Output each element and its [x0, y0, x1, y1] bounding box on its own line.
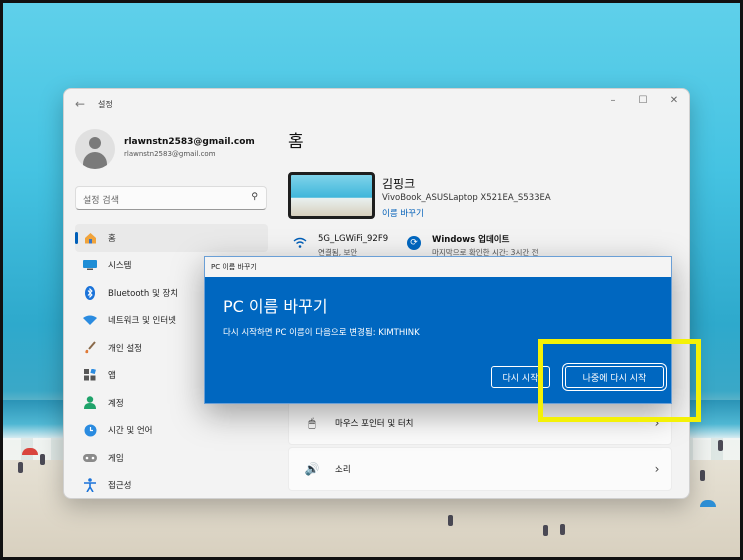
search-input[interactable]: 설정 검색 ⚲: [75, 186, 267, 210]
brush-icon: [82, 340, 98, 356]
sidebar-item-label: 네트워크 및 인터넷: [108, 316, 176, 327]
row-label: 소리: [335, 465, 351, 475]
search-placeholder: 설정 검색: [83, 196, 119, 206]
beach-umbrella: [22, 448, 38, 455]
beach-person: [560, 524, 565, 535]
avatar-body: [83, 152, 107, 169]
beach-person: [700, 470, 705, 481]
beach-person: [18, 462, 23, 473]
system-icon: [82, 257, 98, 273]
globe-icon: [82, 422, 98, 438]
page-title: 홈: [288, 132, 304, 152]
beach-person: [448, 515, 453, 526]
wifi-icon: [293, 237, 307, 251]
windows-update-title[interactable]: Windows 업데이트: [432, 233, 509, 245]
mouse-icon: 🖱: [308, 415, 316, 430]
dialog-heading: PC 이름 바꾸기: [223, 297, 328, 316]
sidebar-item-home[interactable]: 홈: [75, 224, 268, 252]
update-icon: ⟳: [407, 236, 421, 250]
dialog-bar-title: PC 이름 바꾸기: [211, 263, 257, 271]
network-icon: [82, 312, 98, 328]
rename-link[interactable]: 이름 바꾸기: [382, 207, 424, 219]
home-icon: [82, 230, 98, 246]
sidebar-item-label: 접근성: [108, 481, 132, 492]
beach-person: [718, 440, 723, 451]
highlight-annotation: [538, 339, 701, 422]
avatar[interactable]: [75, 129, 115, 169]
account-icon: [82, 395, 98, 411]
sidebar-item-label: 홈: [108, 233, 116, 244]
sidebar-item-label: 시스템: [108, 261, 132, 272]
beach-person: [543, 525, 548, 536]
gamepad-icon: [82, 450, 98, 466]
sidebar-item-label: 앱: [108, 371, 116, 382]
close-button[interactable]: ✕: [662, 93, 686, 109]
sidebar-item-label: 시간 및 언어: [108, 426, 153, 437]
bluetooth-icon: [82, 285, 98, 301]
sidebar-item-time-language[interactable]: 시간 및 언어: [75, 417, 268, 445]
chevron-right-icon: ›: [654, 462, 660, 476]
beach-umbrella: [700, 500, 716, 507]
sidebar-item-label: 계정: [108, 398, 124, 409]
maximize-button[interactable]: ☐: [631, 93, 655, 109]
search-icon: ⚲: [251, 192, 258, 202]
apps-icon: [82, 367, 98, 383]
minimize-button[interactable]: –: [601, 93, 625, 109]
window-title: 설정: [98, 100, 113, 109]
sidebar-item-accessibility[interactable]: 접근성: [75, 472, 268, 499]
setting-row-sound[interactable]: 🔊 소리 ›: [288, 447, 672, 491]
accessibility-icon: [82, 477, 98, 493]
dialog-message: 다시 시작하면 PC 이름이 다음으로 변경됨: KIMTHINK: [223, 328, 420, 338]
sidebar-item-label: 개인 설정: [108, 343, 142, 354]
sidebar-item-label: 게임: [108, 453, 124, 464]
device-model: VivoBook_ASUSLaptop X521EA_S533EA: [382, 193, 551, 203]
account-email: rlawnstn2583@gmail.com: [124, 150, 216, 158]
device-name: 김핑크: [382, 177, 416, 191]
account-name: rlawnstn2583@gmail.com: [124, 137, 255, 147]
device-wallpaper-thumbnail: [288, 172, 375, 219]
sidebar-item-gaming[interactable]: 게임: [75, 444, 268, 472]
back-arrow-icon[interactable]: ←: [75, 97, 85, 111]
sidebar-item-label: Bluetooth 및 장치: [108, 288, 179, 299]
title-bar: ← 설정 – ☐ ✕: [64, 89, 689, 121]
avatar-head: [89, 137, 101, 149]
dialog-title-bar: PC 이름 바꾸기: [205, 257, 671, 277]
wifi-network-name[interactable]: 5G_LGWiFi_92F9: [318, 234, 388, 244]
beach-person: [40, 454, 45, 465]
speaker-icon: 🔊: [304, 462, 320, 476]
